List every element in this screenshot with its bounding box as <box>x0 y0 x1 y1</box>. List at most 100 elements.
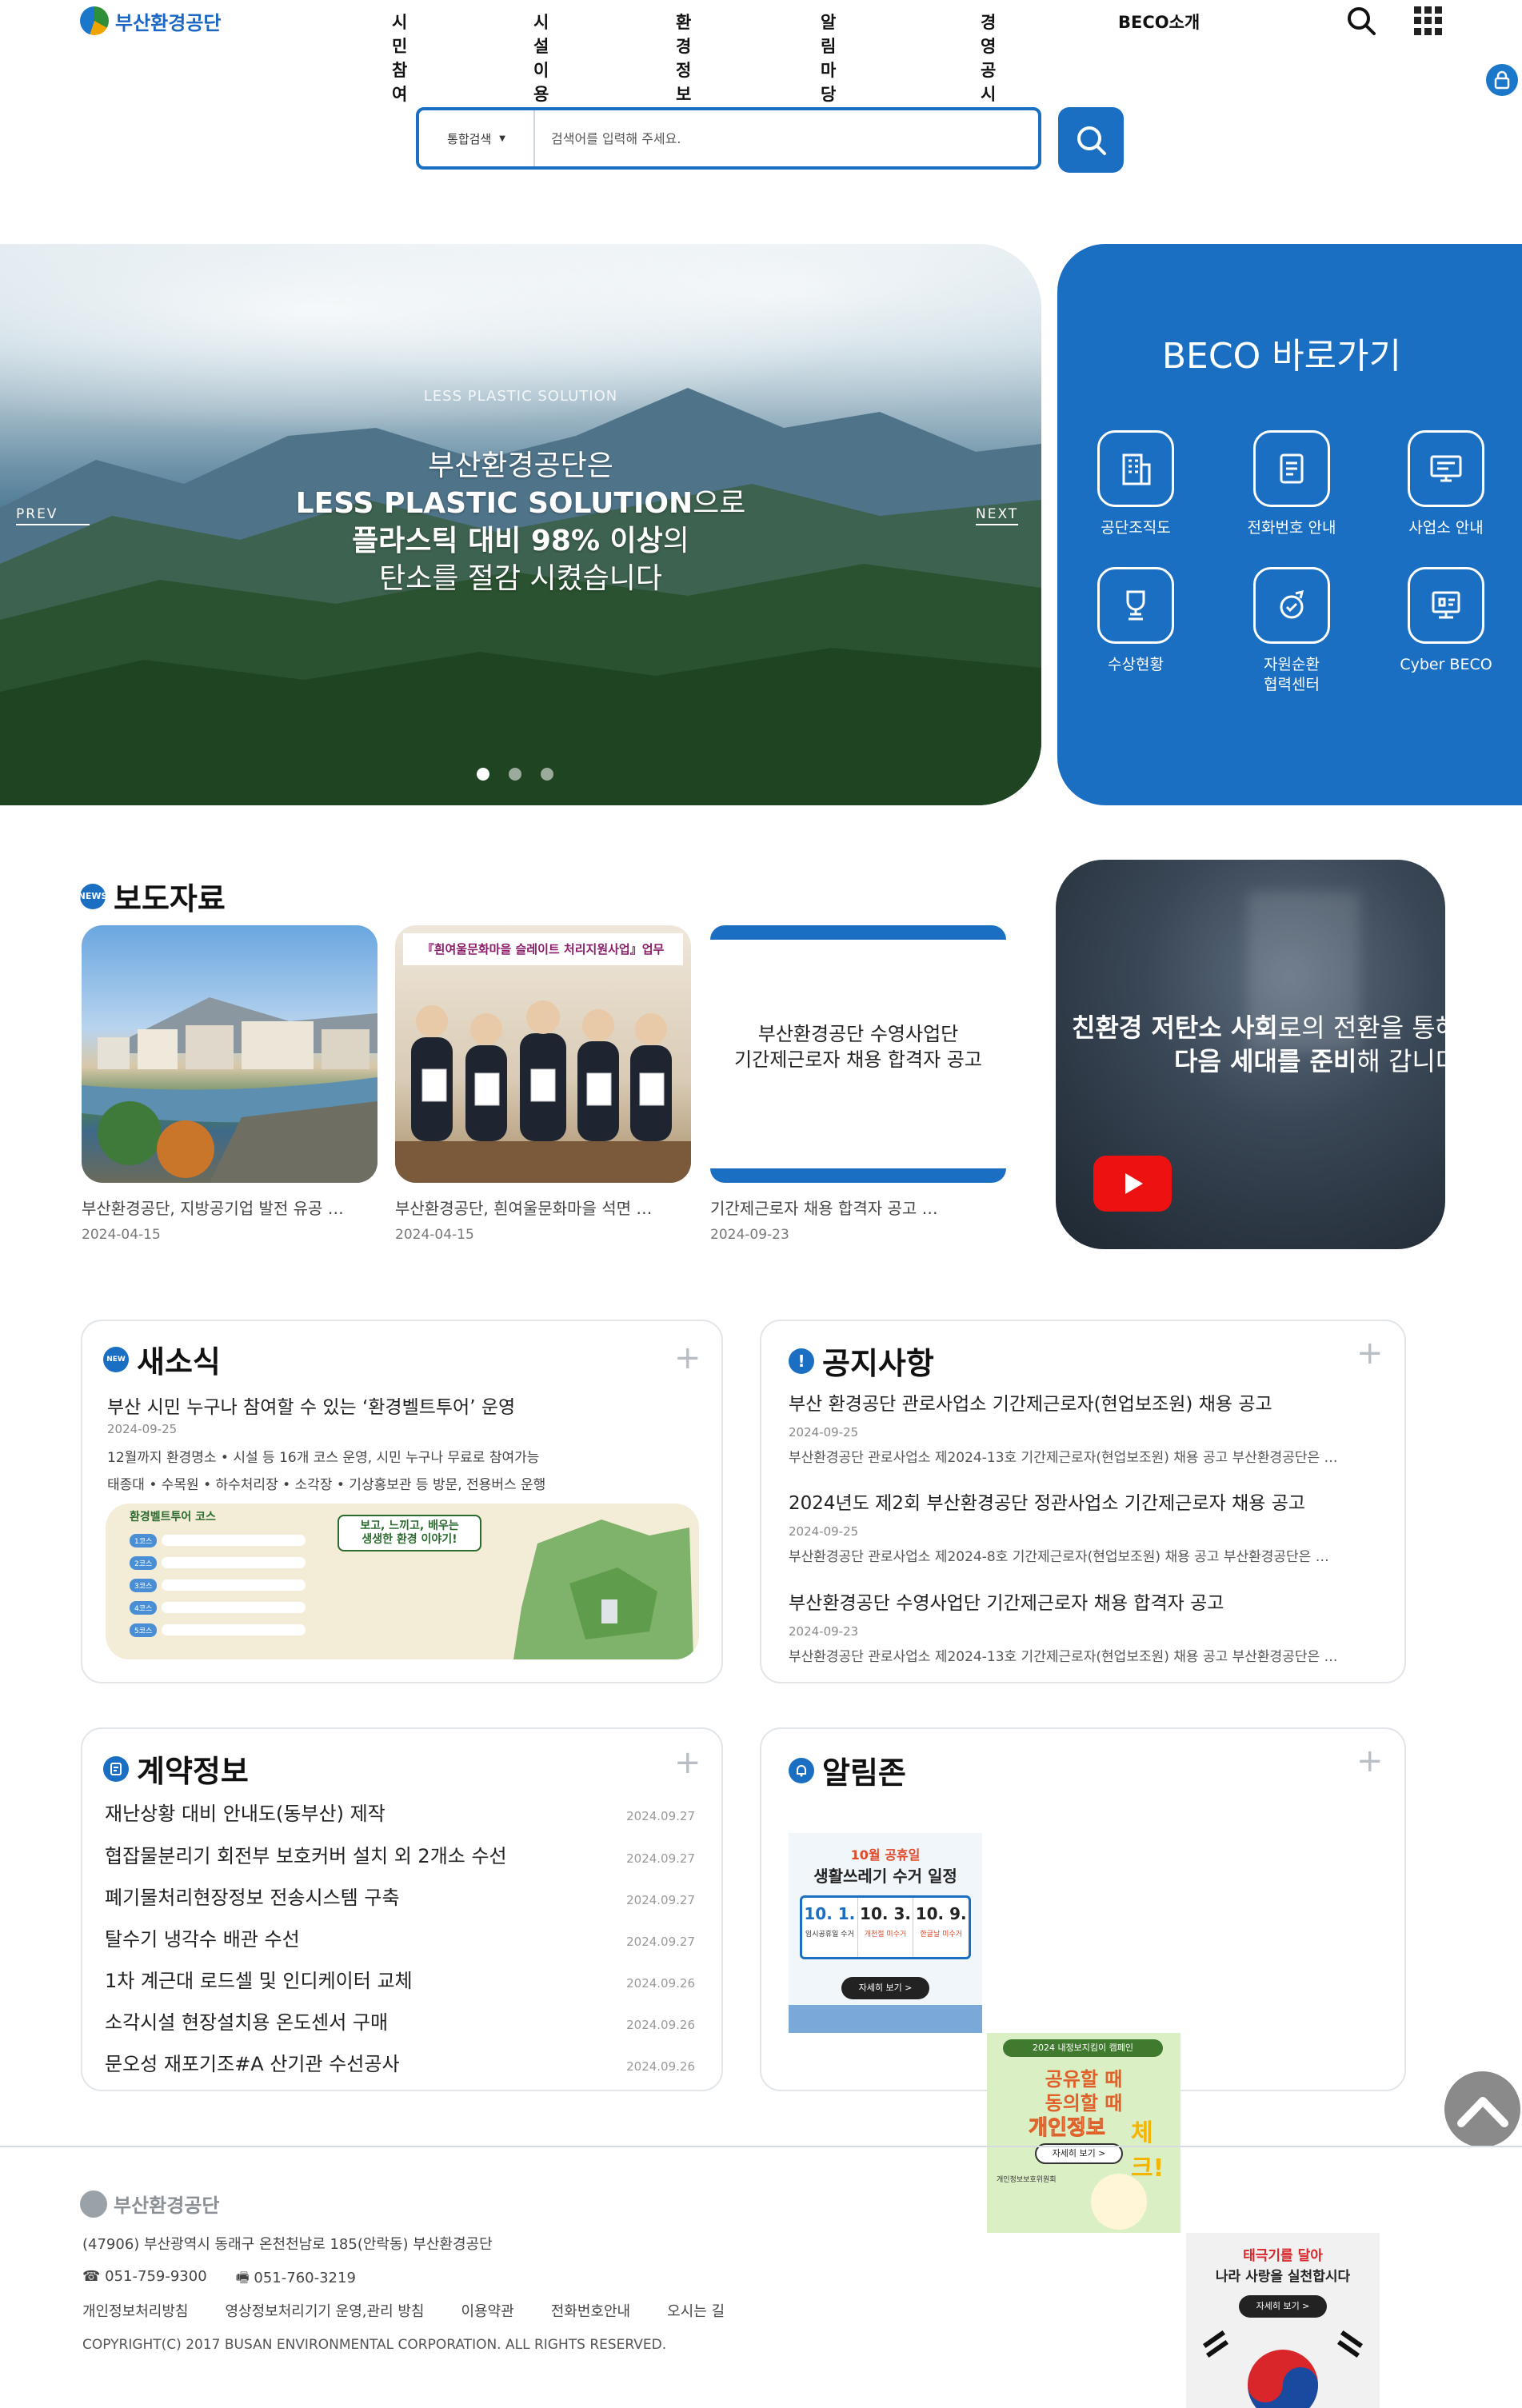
promo-video[interactable]: 친환경 저탄소 사회로의 전환을 통해 다음 세대를 준비해 갑니다 <box>1056 860 1445 1249</box>
scroll-top-button[interactable] <box>1444 2071 1520 2147</box>
slide-dot[interactable] <box>477 768 489 781</box>
contract-row-title: 폐기물처리현장정보 전송시스템 구축 <box>105 1887 400 1909</box>
contract-row-title: 탈수기 냉각수 배관 수선 <box>105 1928 300 1951</box>
banner-line: 개인정보 <box>1029 2116 1106 2141</box>
banner-line: 태극기를 달아 <box>1243 2248 1323 2264</box>
footer-phone-number: 051-759-9300 <box>105 2268 207 2285</box>
news-headline[interactable]: 부산 시민 누구나 참여할 수 있는 ‘환경벨트투어’ 운영 <box>107 1392 515 1419</box>
quick-link-awards[interactable]: 수상현황 <box>1060 567 1212 675</box>
notice-item-summary: 부산환경공단 관로사업소 제2024-13호 기간제근로자(현업보조원) 채용 … <box>789 1649 1338 1665</box>
header-search-icon[interactable] <box>1345 5 1377 37</box>
slide-dot[interactable] <box>541 768 553 781</box>
press-card[interactable]: 부산환경공단 수영사업단 기간제근로자 채용 합격자 공고 기간제근로자 채용 … <box>710 925 1006 1243</box>
search-icon <box>1077 126 1106 155</box>
quick-link-org[interactable]: 공단조직도 <box>1060 430 1212 538</box>
calendar-box: 10. 1. 임시공휴일 수거 10. 3. 개천절 미수거 10. 9. 한글날 미… <box>800 1895 971 1959</box>
search-input[interactable] <box>535 110 1038 166</box>
phone-icon: ☎ <box>82 2268 106 2285</box>
press-date: 2024-04-15 <box>82 1227 161 1243</box>
alarm-banner-privacy[interactable]: 2024 내정보지킴이 캠페인 공유할 때 동의할 때 개인정보 체크! 자세히… <box>987 2033 1180 2233</box>
quick-link-cyber-beco[interactable]: Cyber BECO <box>1370 567 1522 675</box>
slide-dot[interactable] <box>509 768 521 781</box>
hero-subtitle: LESS PLASTIC SOLUTION <box>423 388 618 405</box>
contract-row[interactable]: 문오성 재포기조#A 산기관 수선공사 2024.09.26 <box>105 2048 695 2076</box>
notice-item[interactable]: 부산 환경공단 관로사업소 기간제근로자(현업보조원) 채용 공고 2024-0… <box>789 1388 1380 1466</box>
press-card[interactable]: 『흰여울문화마을 슬레이트 처리지원사업』업무 부산환경공단, 흰여울문화마을 … <box>395 925 691 1243</box>
eco-tour-banner[interactable]: 환경벨트투어 코스 보고, 느끼고, 배우는 생생한 환경 이야기! 1코스 2… <box>106 1504 699 1659</box>
footer-link-terms[interactable]: 이용약관 <box>461 2300 514 2321</box>
alarm-more-button[interactable]: + <box>1356 1745 1384 1777</box>
alert-icon: ! <box>789 1348 814 1374</box>
quick-link-recycle-center[interactable]: 자원순환 협력센터 <box>1216 567 1368 694</box>
footer-link-phone[interactable]: 전화번호안내 <box>551 2300 630 2321</box>
nav-item-notice[interactable]: 알림마당 <box>821 10 836 106</box>
contract-row[interactable]: 소각시설 현장설치용 온도센서 구매 2024.09.26 <box>105 2007 695 2035</box>
notice-item[interactable]: 부산환경공단 수영사업단 기간제근로자 채용 합격자 공고 2024-09-23… <box>789 1587 1380 1665</box>
footer-link-directions[interactable]: 오시는 길 <box>667 2300 725 2321</box>
all-menu-icon[interactable] <box>1414 6 1443 35</box>
alarm-title: 알림존 <box>822 1755 906 1791</box>
news-title: 새소식 <box>137 1344 221 1380</box>
hero-line-3-bold: 플라스틱 대비 98% 이상 <box>352 525 663 557</box>
news-date: 2024-09-25 <box>107 1422 178 1436</box>
nav-item-facility[interactable]: 시설이용 <box>533 10 549 106</box>
beco-quick-panel: BECO 바로가기 공단조직도 전화번호 안내 사업소 안내 수상현황 자원순환… <box>1057 244 1522 805</box>
calendar-date: 10. 9. <box>915 1904 967 1923</box>
cyber-icon <box>1408 567 1484 644</box>
quick-link-phone[interactable]: 전화번호 안내 <box>1216 430 1368 538</box>
footer-copyright: COPYRIGHT(C) 2017 BUSAN ENVIRONMENTAL CO… <box>82 2337 667 2353</box>
hero-line-2-bold: LESS PLASTIC SOLUTION <box>295 487 693 520</box>
banner-more-button[interactable]: 자세히 보기 > <box>1239 2295 1327 2318</box>
document-icon <box>103 1755 129 1782</box>
nav-item-citizen[interactable]: 시민참여 <box>392 10 407 106</box>
contract-row-date: 2024.09.27 <box>626 1893 695 1907</box>
contract-row[interactable]: 협잡물분리기 회전부 보호커버 설치 외 2개소 수선 2024.09.27 <box>105 1840 695 1868</box>
bell-icon <box>789 1757 814 1783</box>
footer-logo-text: 부산환경공단 <box>114 2194 220 2217</box>
hero-line-2-rest: 으로 <box>693 487 746 520</box>
alarm-banner-flag[interactable]: 태극기를 달아 나라 사랑을 실천합시다 자세히 보기 > <box>1186 2233 1380 2408</box>
phonebook-icon <box>1253 430 1330 507</box>
press-card[interactable]: 부산환경공단, 지방공기업 발전 유공 … 2024-04-15 <box>82 925 378 1243</box>
hero-line-4: 탄소를 절감 시켰습니다 <box>378 562 663 595</box>
contract-row[interactable]: 재난상황 대비 안내도(동부산) 제작 2024.09.27 <box>105 1798 695 1826</box>
alarm-banner-waste[interactable]: 10월 공휴일 생활쓰레기 수거 일정 10. 1. 임시공휴일 수거 10. 3… <box>789 1833 982 2033</box>
quick-link-label: Cyber BECO <box>1400 656 1492 673</box>
press-title: 보도자료 <box>114 881 226 916</box>
tour-course-badge: 3코스 <box>130 1578 158 1592</box>
footer-logo-mark-icon <box>80 2190 107 2218</box>
search-category-label: 통합검색 <box>447 131 492 146</box>
contract-more-button[interactable]: + <box>674 1747 701 1779</box>
taegukgi-image <box>1202 2330 1364 2408</box>
contract-row[interactable]: 탈수기 냉각수 배관 수선 2024.09.27 <box>105 1923 695 1951</box>
contract-row[interactable]: 1차 계근대 로드셀 및 인디케이터 교체 2024.09.26 <box>105 1965 695 1993</box>
notice-item-date: 2024-09-25 <box>789 1524 859 1539</box>
quick-link-label: 자원순환 협력센터 <box>1264 656 1320 693</box>
search-button[interactable] <box>1058 107 1124 173</box>
hero-next-button[interactable]: NEXT <box>976 506 1019 525</box>
news-more-button[interactable]: + <box>674 1342 701 1374</box>
news-badge-icon: NEWS <box>78 883 107 909</box>
quick-link-office[interactable]: 사업소 안내 <box>1370 430 1522 538</box>
site-logo[interactable]: 부산환경공단 <box>80 6 221 35</box>
nav-item-about[interactable]: BECO소개 <box>1118 10 1200 34</box>
play-icon <box>1125 1173 1143 1194</box>
trophy-icon <box>1097 567 1174 644</box>
contract-row-title: 협잡물분리기 회전부 보호커버 설치 외 2개소 수선 <box>105 1845 507 1867</box>
notice-more-button[interactable]: + <box>1356 1337 1384 1369</box>
tour-course-badge: 1코스 <box>130 1533 158 1547</box>
nav-item-environment[interactable]: 환경정보 <box>676 10 691 106</box>
contract-row[interactable]: 폐기물처리현장정보 전송시스템 구축 2024.09.27 <box>105 1882 695 1910</box>
footer-link-cctv[interactable]: 영상정보처리기기 운영,관리 방침 <box>225 2300 424 2321</box>
banner-more-button[interactable]: 자세히 보기 > <box>841 1977 929 1999</box>
press-card-text: 부산환경공단 수영사업단 기간제근로자 채용 합격자 공고 <box>734 1023 982 1072</box>
notice-item[interactable]: 2024년도 제2회 부산환경공단 정관사업소 기간제근로자 채용 공고 202… <box>789 1488 1380 1565</box>
footer-link-privacy[interactable]: 개인정보처리방침 <box>82 2300 188 2321</box>
search-category-select[interactable]: 통합검색 ▼ <box>419 110 535 166</box>
hero-prev-button[interactable]: PREV <box>16 506 90 525</box>
footer-address: (47906) 부산광역시 동래구 온천천남로 185(안락동) 부산환경공단 <box>82 2236 493 2253</box>
lock-icon[interactable] <box>1486 64 1518 96</box>
youtube-play-button[interactable] <box>1093 1156 1172 1212</box>
press-thumbnail <box>82 925 378 1183</box>
nav-item-management[interactable]: 경영공시 <box>981 10 996 106</box>
